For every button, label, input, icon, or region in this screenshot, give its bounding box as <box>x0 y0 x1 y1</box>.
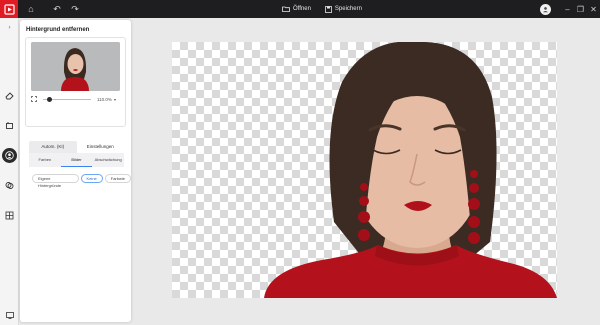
background-type-tabs: Farben Bilder Abschwächung <box>29 153 124 167</box>
folder-icon <box>282 6 290 12</box>
background-removal-panel: Hintergrund entfernen 110.0% ▾ Autom. (K… <box>20 20 131 322</box>
account-icon[interactable] <box>540 3 551 15</box>
undo-icon[interactable]: ↶ <box>48 0 66 18</box>
preview-thumbnail <box>31 42 120 91</box>
save-icon <box>325 5 332 13</box>
tool-rail: › <box>0 18 19 325</box>
tab-auto-ai[interactable]: Autom. (KI) <box>29 141 77 153</box>
redo-icon[interactable]: ↷ <box>66 0 84 18</box>
crop-image-icon[interactable] <box>2 118 17 133</box>
effects-icon[interactable] <box>2 178 17 193</box>
option-custom-backgrounds[interactable]: Eigene Hintergründe <box>32 174 79 188</box>
tab-settings[interactable]: Einstellungen <box>77 141 125 153</box>
app-logo <box>0 0 18 18</box>
maximize-button[interactable]: ❐ <box>574 5 587 14</box>
option-none[interactable]: Keine <box>80 174 103 183</box>
cutout-image <box>264 42 557 298</box>
home-icon[interactable]: ⌂ <box>22 0 40 18</box>
save-button[interactable]: Speichern <box>325 5 362 13</box>
chevron-down-icon[interactable]: ▾ <box>114 97 116 102</box>
image-canvas[interactable] <box>172 42 557 298</box>
option-color[interactable]: Farbwie <box>104 174 131 183</box>
background-options: Eigene Hintergründe Keine Farbwie <box>32 174 131 188</box>
portrait-icon[interactable] <box>2 148 17 163</box>
subtab-colors[interactable]: Farben <box>29 153 61 167</box>
save-label: Speichern <box>334 6 362 12</box>
title-bar: ⌂ ↶ ↷ Öffnen Speichern – ❐ ✕ <box>0 0 600 18</box>
open-button[interactable]: Öffnen <box>282 6 311 12</box>
zoom-controls: 110.0% ▾ <box>31 94 121 104</box>
subtab-blur[interactable]: Abschwächung <box>92 153 124 167</box>
zoom-value: 110.0% <box>97 96 112 102</box>
expand-icon[interactable]: › <box>2 20 17 35</box>
panel-title: Hintergrund entfernen <box>26 27 90 33</box>
preview-card: 110.0% ▾ <box>25 37 126 127</box>
monitor-icon[interactable] <box>2 308 17 323</box>
zoom-slider-handle[interactable] <box>47 96 52 102</box>
eraser-icon[interactable] <box>2 88 17 103</box>
mode-tabs: Autom. (KI) Einstellungen <box>29 141 124 153</box>
minimize-button[interactable]: – <box>561 5 574 14</box>
open-label: Öffnen <box>293 6 311 12</box>
close-button[interactable]: ✕ <box>587 5 600 14</box>
fit-screen-icon[interactable] <box>31 96 37 102</box>
grid-icon[interactable] <box>2 208 17 223</box>
zoom-slider[interactable] <box>43 96 91 102</box>
subtab-images[interactable]: Bilder <box>60 153 93 167</box>
